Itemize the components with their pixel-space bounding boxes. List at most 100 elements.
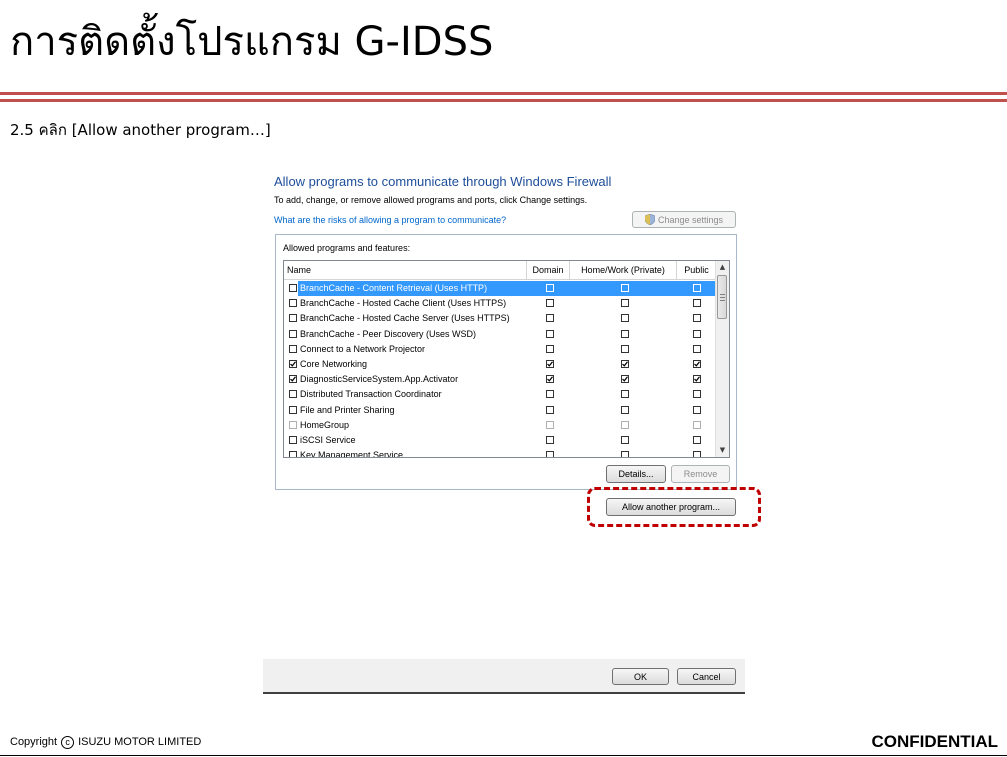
private-checkbox[interactable] (621, 344, 629, 353)
public-checkbox[interactable] (693, 344, 701, 353)
public-checkbox[interactable] (693, 329, 701, 338)
program-enabled-checkbox[interactable] (289, 284, 297, 292)
allowed-programs-list[interactable]: Name Domain Home/Work (Private) Public B… (283, 260, 730, 458)
public-checkbox[interactable] (693, 390, 701, 399)
program-name: Connect to a Network Projector (300, 343, 426, 354)
public-checkbox[interactable] (693, 420, 701, 429)
domain-checkbox[interactable] (546, 314, 554, 323)
ok-button[interactable]: OK (612, 668, 669, 685)
program-row[interactable]: Key Management Service (284, 448, 717, 458)
public-checkbox[interactable] (693, 436, 701, 444)
cancel-button[interactable]: Cancel (677, 668, 736, 685)
program-row[interactable]: BranchCache - Peer Discovery (Uses WSD) (284, 327, 717, 342)
change-settings-button[interactable]: Change settings (632, 211, 736, 228)
program-row[interactable]: BranchCache - Hosted Cache Client (Uses … (284, 296, 717, 311)
program-row[interactable]: Core Networking (284, 357, 717, 372)
program-row[interactable]: Connect to a Network Projector (284, 342, 717, 357)
program-enabled-checkbox[interactable] (289, 314, 297, 323)
scroll-down-arrow-icon[interactable]: ▼ (716, 444, 729, 457)
public-checkbox[interactable] (693, 451, 701, 457)
checkmark-icon (622, 361, 628, 367)
domain-checkbox[interactable] (546, 329, 554, 338)
program-row[interactable]: BranchCache - Hosted Cache Server (Uses … (284, 311, 717, 326)
program-enabled-checkbox[interactable] (289, 344, 297, 353)
column-header-name[interactable]: Name (284, 261, 527, 280)
program-row[interactable]: DiagnosticServiceSystem.App.Activator (284, 372, 717, 387)
domain-checkbox[interactable] (546, 436, 554, 444)
firewall-dialog-heading: Allow programs to communicate through Wi… (274, 174, 612, 189)
domain-checkbox[interactable] (546, 360, 554, 368)
highlight-annotation (587, 487, 761, 527)
confidential-label: CONFIDENTIAL (871, 732, 998, 751)
program-row[interactable]: iSCSI Service (284, 433, 717, 448)
private-checkbox[interactable] (621, 314, 629, 323)
program-enabled-checkbox[interactable] (289, 436, 297, 444)
step-instruction: 2.5 คลิก [Allow another program…] (10, 121, 271, 139)
column-header-domain[interactable]: Domain (527, 261, 570, 280)
scroll-up-arrow-icon[interactable]: ▲ (716, 261, 729, 274)
domain-checkbox[interactable] (546, 299, 554, 308)
copyright-notice: Copyright c ISUZU MOTOR LIMITED (10, 734, 201, 750)
program-row[interactable]: BranchCache - Content Retrieval (Uses HT… (284, 281, 717, 296)
company-name: ISUZU MOTOR LIMITED (78, 736, 202, 748)
program-row[interactable]: HomeGroup (284, 418, 717, 433)
private-checkbox[interactable] (621, 299, 629, 308)
checkmark-icon (694, 361, 700, 367)
column-header-private[interactable]: Home/Work (Private) (570, 261, 677, 280)
program-enabled-checkbox[interactable] (289, 420, 297, 429)
program-name: BranchCache - Hosted Cache Server (Uses … (300, 313, 510, 324)
private-checkbox[interactable] (621, 451, 629, 457)
copyright-symbol-icon: c (61, 735, 75, 749)
program-enabled-checkbox[interactable] (289, 299, 297, 308)
checkmark-icon (622, 376, 628, 382)
program-enabled-checkbox[interactable] (289, 360, 297, 368)
public-checkbox[interactable] (693, 299, 701, 308)
firewall-dialog-subtext: To add, change, or remove allowed progra… (274, 195, 588, 205)
domain-checkbox[interactable] (546, 420, 554, 429)
program-name: HomeGroup (300, 419, 350, 430)
checkmark-icon (290, 376, 296, 382)
private-checkbox[interactable] (621, 329, 629, 338)
domain-checkbox[interactable] (546, 405, 554, 414)
private-checkbox[interactable] (621, 420, 629, 429)
program-enabled-checkbox[interactable] (289, 375, 297, 384)
public-checkbox[interactable] (693, 314, 701, 323)
checkmark-icon (290, 361, 296, 367)
domain-checkbox[interactable] (546, 344, 554, 353)
private-checkbox[interactable] (621, 375, 629, 384)
program-name: BranchCache - Content Retrieval (Uses HT… (300, 283, 488, 293)
remove-button[interactable]: Remove (671, 465, 730, 483)
details-button[interactable]: Details... (606, 465, 666, 483)
private-checkbox[interactable] (621, 284, 629, 292)
list-scrollbar[interactable]: ▲ ▼ (715, 261, 729, 457)
domain-checkbox[interactable] (546, 451, 554, 457)
checkmark-icon (547, 361, 553, 367)
program-row[interactable]: Distributed Transaction Coordinator (284, 387, 717, 402)
scroll-thumb[interactable] (717, 275, 727, 319)
risks-help-link[interactable]: What are the risks of allowing a program… (274, 214, 506, 226)
private-checkbox[interactable] (621, 436, 629, 444)
public-checkbox[interactable] (693, 405, 701, 414)
program-name: Key Management Service (300, 450, 404, 458)
domain-checkbox[interactable] (546, 375, 554, 384)
program-enabled-checkbox[interactable] (289, 405, 297, 414)
private-checkbox[interactable] (621, 405, 629, 414)
program-enabled-checkbox[interactable] (289, 390, 297, 399)
checkmark-icon (547, 376, 553, 382)
program-enabled-checkbox[interactable] (289, 329, 297, 338)
public-checkbox[interactable] (693, 375, 701, 384)
program-name: Distributed Transaction Coordinator (300, 389, 442, 400)
private-checkbox[interactable] (621, 390, 629, 399)
domain-checkbox[interactable] (546, 390, 554, 399)
public-checkbox[interactable] (693, 360, 701, 368)
program-enabled-checkbox[interactable] (289, 451, 297, 457)
program-name: BranchCache - Hosted Cache Client (Uses … (300, 298, 507, 309)
program-name: DiagnosticServiceSystem.App.Activator (300, 374, 459, 385)
public-checkbox[interactable] (693, 284, 701, 292)
allowed-programs-label: Allowed programs and features: (283, 243, 411, 253)
program-row[interactable]: File and Printer Sharing (284, 403, 717, 418)
private-checkbox[interactable] (621, 360, 629, 368)
domain-checkbox[interactable] (546, 284, 554, 292)
title-rule-bottom (0, 99, 1007, 102)
column-header-public[interactable]: Public (677, 261, 717, 280)
